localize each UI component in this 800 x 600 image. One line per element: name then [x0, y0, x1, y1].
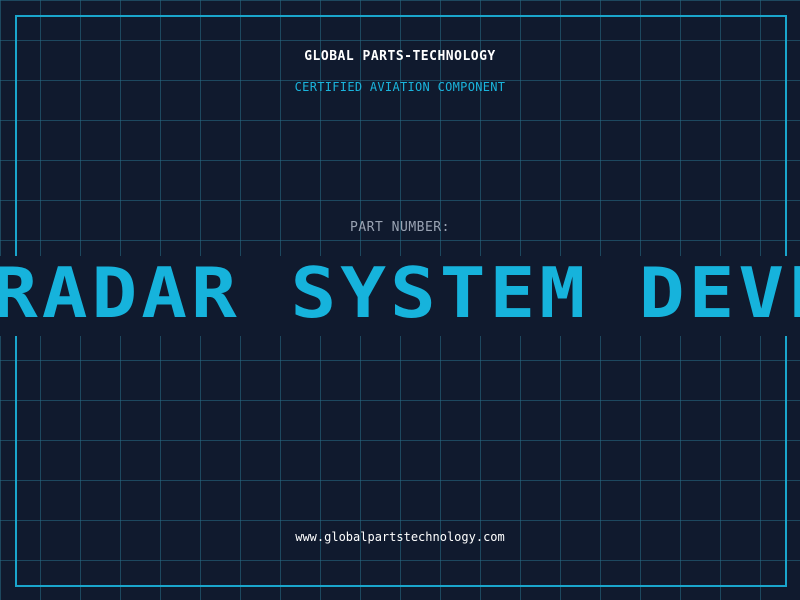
certification-subtitle: CERTIFIED AVIATION COMPONENT: [294, 80, 506, 94]
part-number-band: RADAR SYSTEM DEVEL: [0, 256, 800, 336]
part-number-label: PART NUMBER:: [350, 220, 450, 235]
company-name: GLOBAL PARTS-TECHNOLOGY: [304, 49, 496, 64]
website-url: www.globalpartstechnology.com: [295, 530, 505, 544]
part-number-value: RADAR SYSTEM DEVEL: [0, 256, 800, 334]
label-card: GLOBAL PARTS-TECHNOLOGY CERTIFIED AVIATI…: [0, 0, 800, 600]
